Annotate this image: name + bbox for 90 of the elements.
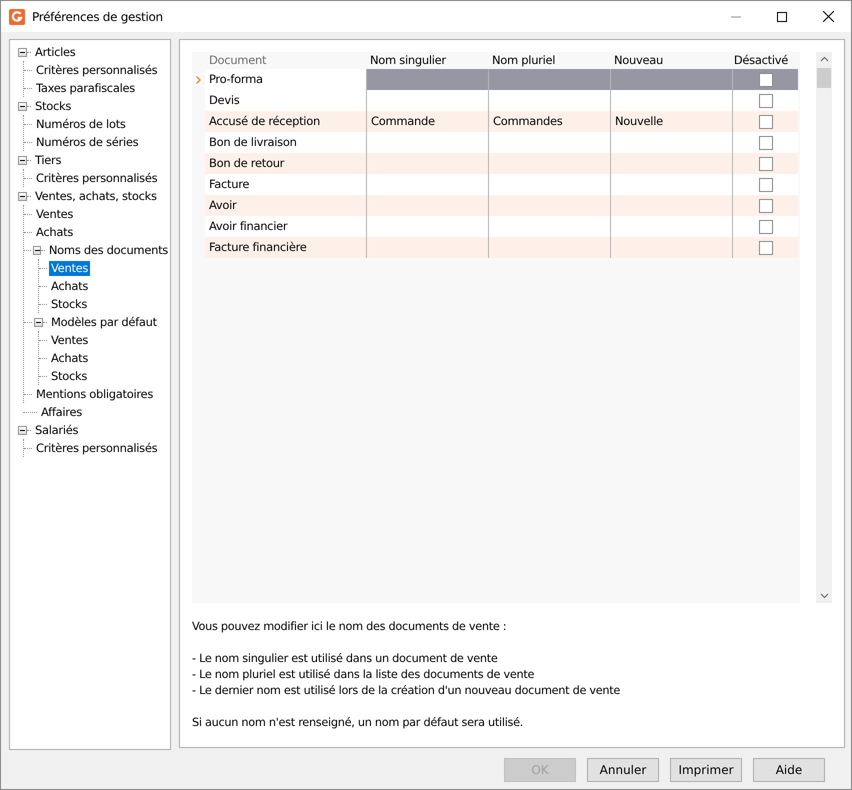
table-cell[interactable] [488, 90, 610, 111]
checkbox[interactable] [758, 72, 772, 86]
collapse-toggle-icon[interactable] [18, 48, 27, 56]
close-icon[interactable] [822, 11, 834, 22]
description-text: Si aucun nom n'est renseigné, un nom par défaut sera utilisé. [192, 715, 524, 731]
tree-item[interactable]: Critères personnalisés [34, 170, 160, 186]
table-cell[interactable] [366, 69, 488, 90]
table-cell[interactable] [488, 237, 610, 258]
dialog-button[interactable]: Aide [753, 758, 825, 782]
dialog-button[interactable]: Annuler [587, 758, 659, 782]
table-cell[interactable] [488, 174, 610, 195]
collapse-toggle-icon[interactable] [18, 156, 27, 164]
tree-item[interactable]: Ventes [34, 206, 76, 222]
collapse-toggle-icon[interactable] [33, 246, 42, 254]
table-cell[interactable] [610, 69, 732, 90]
collapse-toggle-icon[interactable] [18, 192, 27, 200]
tree-item[interactable]: Modèles par défaut [49, 314, 159, 330]
app-logo-icon [9, 8, 25, 24]
collapse-toggle-icon[interactable] [18, 426, 27, 434]
table-cell: Avoir [205, 195, 366, 216]
table-cell[interactable] [366, 153, 488, 174]
description-text: - Le nom singulier est utilisé dans un document de vente [192, 651, 499, 667]
tree-item[interactable]: Taxes parafiscales [34, 80, 137, 96]
tree-item[interactable]: Ventes [49, 260, 90, 276]
current-row-icon [196, 76, 201, 84]
tree-item[interactable]: Ventes, achats, stocks [33, 188, 159, 204]
scrollbar[interactable] [816, 52, 832, 603]
table-cell: Accusé de réception [205, 111, 366, 132]
tree-item[interactable]: Affaires [39, 404, 84, 420]
tree-item[interactable]: Critères personnalisés [34, 440, 160, 456]
tree-item[interactable]: Achats [34, 224, 76, 240]
table-cell[interactable] [610, 132, 732, 153]
checkbox[interactable] [758, 198, 772, 212]
checkbox[interactable] [758, 114, 772, 128]
tree-item[interactable]: Numéros de séries [34, 134, 140, 150]
table-cell[interactable] [488, 153, 610, 174]
table-cell[interactable] [366, 132, 488, 153]
maximize-icon[interactable] [777, 12, 787, 22]
table-cell[interactable] [610, 90, 732, 111]
table-cell[interactable] [488, 195, 610, 216]
table-cell: Facture [205, 174, 366, 195]
tree-item[interactable]: Stocks [49, 296, 90, 312]
table-cell[interactable] [610, 195, 732, 216]
checkbox[interactable] [758, 220, 772, 234]
description-text: - Le dernier nom est utilisé lors de la création d'un nouveau document de vente [192, 683, 622, 699]
table-cell[interactable] [488, 69, 610, 90]
window-title: Préférences de gestion [32, 8, 164, 26]
table-cell[interactable] [366, 195, 488, 216]
tree-item[interactable]: Noms des documents [46, 242, 170, 258]
table-cell: Pro-forma [205, 69, 366, 90]
tree-item[interactable]: Stocks [33, 98, 74, 114]
collapse-toggle-icon[interactable] [34, 318, 43, 326]
tree-item[interactable]: Numéros de lots [34, 116, 128, 132]
table-cell[interactable] [366, 237, 488, 258]
collapse-toggle-icon[interactable] [18, 102, 27, 110]
table-cell[interactable] [488, 216, 610, 237]
checkbox[interactable] [758, 94, 772, 108]
table-cell[interactable]: Commande [366, 111, 488, 132]
table-cell[interactable] [610, 174, 732, 195]
table-cell[interactable] [366, 174, 488, 195]
tree-item[interactable]: Tiers [33, 152, 64, 168]
table-cell[interactable] [366, 90, 488, 111]
table-cell: Avoir financier [205, 216, 366, 237]
tree-item[interactable]: Achats [49, 278, 90, 294]
description-text: - Le nom pluriel est utilisé dans la liste des documents de vente [192, 667, 536, 683]
checkbox[interactable] [758, 136, 772, 150]
table-cell[interactable] [488, 132, 610, 153]
checkbox[interactable] [758, 178, 772, 192]
table-cell[interactable] [610, 237, 732, 258]
checkbox[interactable] [758, 156, 772, 170]
table-cell[interactable] [366, 216, 488, 237]
table-cell: Bon de retour [205, 153, 366, 174]
tree-item[interactable]: Critères personnalisés [34, 62, 160, 78]
tree-item[interactable]: Achats [49, 350, 90, 366]
scroll-thumb[interactable] [817, 68, 831, 88]
description-text: Vous pouvez modifier ici le nom des documents de vente : [192, 619, 508, 635]
table-cell[interactable]: Nouvelle [610, 111, 732, 132]
table-cell[interactable] [610, 216, 732, 237]
tree-item[interactable]: Articles [33, 44, 78, 60]
table-cell[interactable]: Commandes [488, 111, 610, 132]
tree-item[interactable]: Salariés [33, 422, 80, 438]
table-cell[interactable] [610, 153, 732, 174]
checkbox[interactable] [758, 240, 772, 254]
tree-item[interactable]: Mentions obligatoires [34, 386, 156, 402]
tree-item[interactable]: Stocks [49, 368, 90, 384]
table-cell: Bon de livraison [205, 132, 366, 153]
table-cell: Devis [205, 90, 366, 111]
dialog-button[interactable]: Imprimer [670, 758, 742, 782]
tree-item[interactable]: Ventes [49, 332, 90, 348]
table-cell: Facture financière [205, 237, 366, 258]
